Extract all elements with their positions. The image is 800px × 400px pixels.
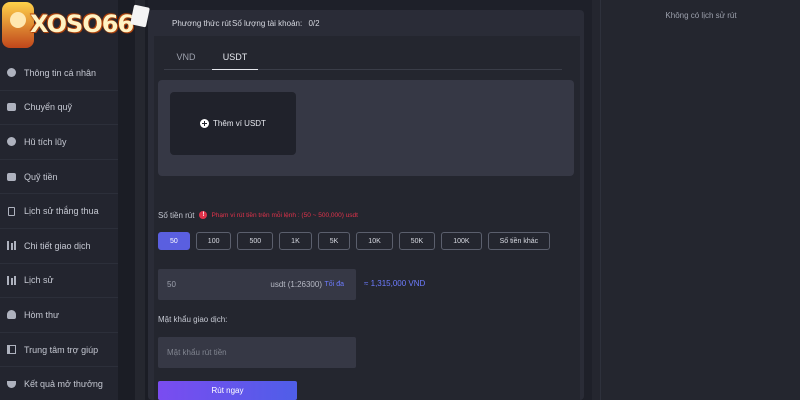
account-count-value: 0/2 — [308, 18, 320, 28]
amount-chip-500[interactable]: 500 — [237, 232, 274, 250]
sidebar-item-label: Trung tâm trợ giúp — [24, 344, 99, 355]
amount-chip-other[interactable]: Số tiền khác — [487, 232, 551, 250]
sidebar-item-label: Lịch sử thắng thua — [24, 206, 99, 217]
sidebar-item-win-loss-history[interactable]: Lịch sử thắng thua — [0, 194, 118, 229]
sidebar-item-label: Kết quả mở thưởng — [24, 379, 103, 390]
history-panel: Không có lịch sử rút — [600, 0, 800, 400]
sidebar-menu: Thông tin cá nhân Chuyển quỹ Hũ tích lũy… — [0, 56, 118, 400]
amount-chip-10k[interactable]: 10K — [356, 232, 393, 250]
sidebar-item-results[interactable]: Kết quả mở thưởng — [0, 367, 118, 400]
sidebar-item-fund[interactable]: Quỹ tiền — [0, 160, 118, 195]
password-label: Mật khẩu giao dịch: — [158, 315, 228, 324]
amount-chip-50[interactable]: 50 — [158, 232, 190, 250]
document-icon — [6, 206, 17, 217]
playing-card-icon — [130, 4, 150, 28]
help-book-icon — [6, 344, 17, 355]
wallet-icon — [6, 102, 17, 113]
trophy-icon — [6, 379, 17, 390]
converted-amount: ≈ 1,315,000 VND — [364, 279, 426, 288]
panel-body: VND USDT Thêm ví USDT Số tiền rút ! Phạm… — [154, 36, 580, 400]
amount-chip-100[interactable]: 100 — [195, 232, 232, 250]
sidebar-item-transaction-details[interactable]: Chi tiết giao dịch — [0, 229, 118, 264]
history-empty-text: Không có lịch sử rút — [665, 11, 737, 20]
amount-chip-5k[interactable]: 5K — [317, 232, 351, 250]
currency-tabs: VND USDT — [164, 44, 562, 70]
password-input[interactable]: Mật khẩu rút tiền — [158, 337, 356, 368]
amount-input[interactable]: 50 usdt (1:26300) Tối đa — [158, 269, 356, 300]
sidebar-item-mailbox[interactable]: Hòm thư — [0, 298, 118, 333]
panel-header: Phương thức rút Số lượng tài khoản: 0/2 — [148, 10, 584, 36]
scroll-rail — [135, 0, 145, 400]
plus-circle-icon — [200, 119, 210, 128]
amount-chip-1k[interactable]: 1K — [279, 232, 312, 250]
history-icon — [6, 275, 17, 286]
wallet-area: Thêm ví USDT — [158, 80, 574, 176]
sidebar-item-transfer[interactable]: Chuyển quỹ — [0, 91, 118, 126]
app-root: Thông tin cá nhân Chuyển quỹ Hũ tích lũy… — [0, 0, 800, 400]
sidebar-item-label: Quỹ tiền — [24, 171, 58, 182]
brand-logo[interactable]: XOSO66 — [0, 0, 200, 56]
withdraw-panel: Phương thức rút Số lượng tài khoản: 0/2 … — [148, 10, 584, 400]
sidebar-item-history[interactable]: Lịch sử — [0, 264, 118, 299]
amount-chip-100k[interactable]: 100K — [441, 232, 482, 250]
chart-icon — [6, 240, 17, 251]
amount-row: Số tiền rút ! Phạm vi rút tiền trên mỗi … — [158, 208, 358, 222]
logo-wordmark: XOSO66 — [30, 10, 134, 38]
max-amount-link[interactable]: Tối đa — [325, 281, 344, 288]
panel-scroll-rail — [592, 0, 600, 400]
warning-icon: ! — [199, 211, 208, 219]
account-count-label: Số lượng tài khoản: — [232, 18, 303, 28]
coin-icon — [6, 136, 17, 147]
amount-unit: usdt (1:26300) — [270, 280, 322, 289]
withdraw-submit-button[interactable]: Rút ngay — [158, 381, 297, 400]
add-wallet-label: Thêm ví USDT — [213, 119, 266, 128]
sidebar-item-label: Hũ tích lũy — [24, 136, 67, 147]
fund-icon — [6, 171, 17, 182]
amount-range-note: Phạm vi rút tiền trên mỗi lệnh : (50 ~ 5… — [211, 211, 358, 219]
add-wallet-button[interactable]: Thêm ví USDT — [170, 92, 296, 155]
sidebar-item-label: Chi tiết giao dịch — [24, 240, 91, 251]
sidebar: Thông tin cá nhân Chuyển quỹ Hũ tích lũy… — [0, 0, 118, 400]
amount-input-value: 50 — [167, 280, 176, 289]
sidebar-item-label: Chuyển quỹ — [24, 102, 73, 113]
account-count: Số lượng tài khoản: 0/2 — [232, 19, 320, 28]
amount-label: Số tiền rút — [158, 210, 195, 220]
sidebar-item-savings[interactable]: Hũ tích lũy — [0, 125, 118, 160]
user-icon — [6, 67, 17, 78]
sidebar-item-label: Lịch sử — [24, 275, 54, 286]
mail-icon — [6, 309, 17, 320]
sidebar-item-label: Hòm thư — [24, 309, 60, 320]
tab-usdt[interactable]: USDT — [212, 44, 258, 70]
sidebar-item-help-center[interactable]: Trung tâm trợ giúp — [0, 333, 118, 368]
sidebar-item-personal-info[interactable]: Thông tin cá nhân — [0, 56, 118, 91]
amount-chips: 50 100 500 1K 5K 10K 50K 100K Số tiền kh… — [158, 232, 556, 250]
amount-chip-50k[interactable]: 50K — [398, 232, 436, 250]
sidebar-item-label: Thông tin cá nhân — [24, 67, 97, 78]
